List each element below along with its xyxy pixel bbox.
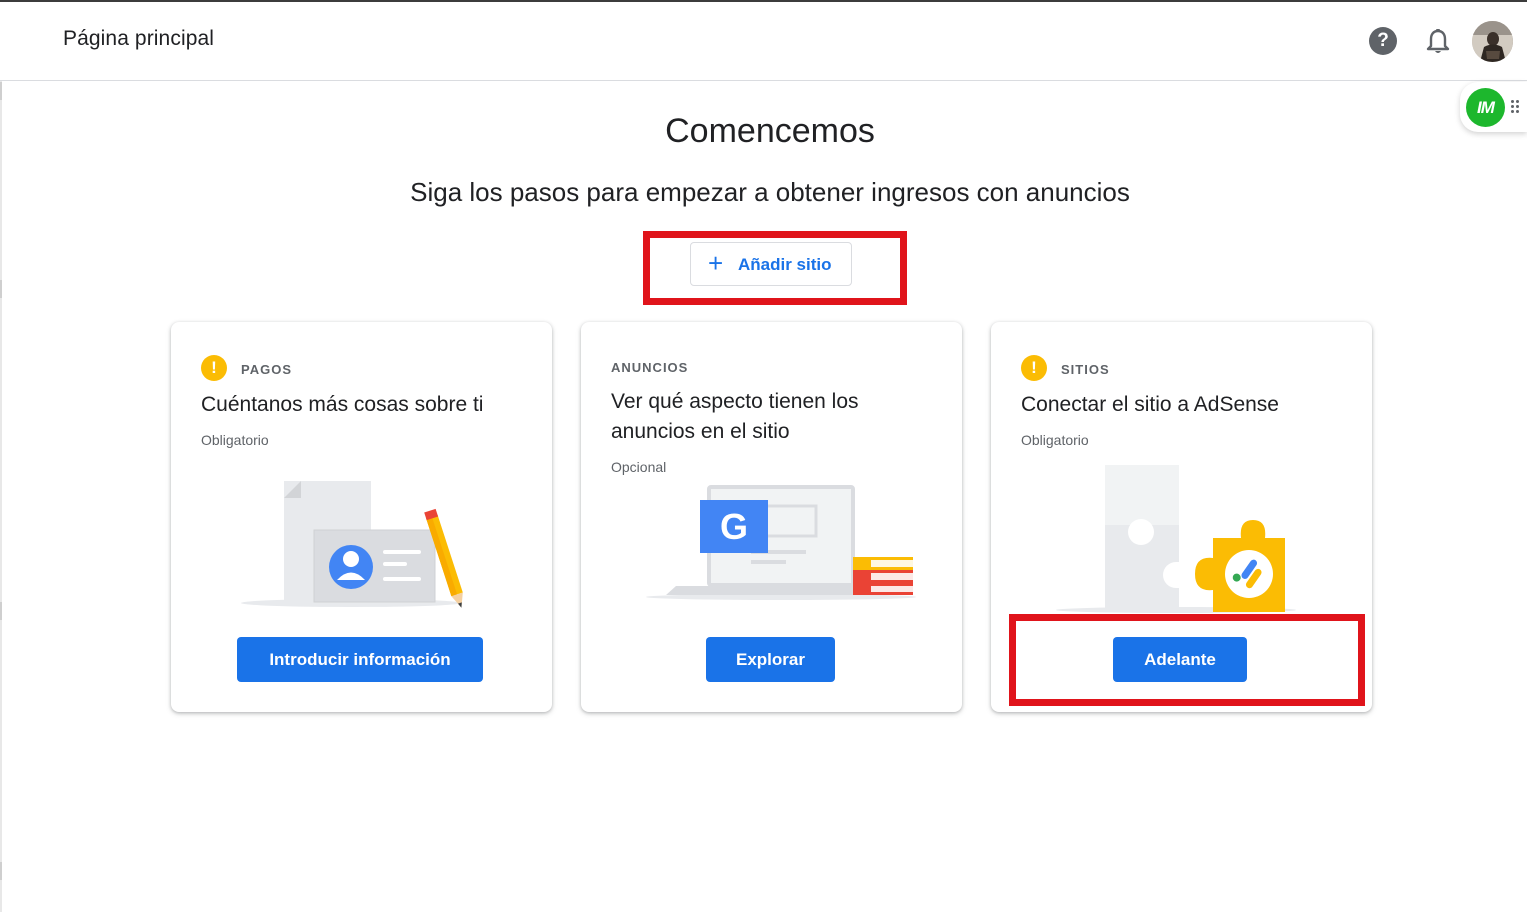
top-bar: Página principal ? xyxy=(0,2,1527,81)
highlight-box-next xyxy=(1009,614,1365,706)
edge-tick xyxy=(0,862,2,880)
profile-document-illustration xyxy=(171,462,552,622)
card-title: Ver qué aspecto tienen los anuncios en e… xyxy=(611,390,859,443)
warning-icon: ! xyxy=(201,355,227,381)
card-ads: ANUNCIOS Ver qué aspecto tienen los anun… xyxy=(581,322,962,712)
card-status: Obligatorio xyxy=(1021,432,1089,448)
card-eyebrow: PAGOS xyxy=(241,362,292,377)
hero-title: Comencemos xyxy=(665,112,875,150)
puzzle-connect-illustration xyxy=(991,462,1372,622)
card-eyebrow: ANUNCIOS xyxy=(611,360,689,375)
highlight-box-add-site xyxy=(643,231,907,305)
help-icon[interactable]: ? xyxy=(1369,27,1397,55)
laptop-ad-illustration: G xyxy=(581,462,962,622)
bell-icon[interactable] xyxy=(1424,27,1452,57)
enter-info-button[interactable]: Introducir información xyxy=(237,637,483,682)
page-title: Página principal xyxy=(63,27,215,50)
card-status: Obligatorio xyxy=(201,432,269,448)
warning-icon: ! xyxy=(1021,355,1047,381)
card-payments: ! PAGOS Cuéntanos más cosas sobre ti Obl… xyxy=(171,322,552,712)
card-title: Conectar el sitio a AdSense xyxy=(1021,393,1279,416)
card-eyebrow: SITIOS xyxy=(1061,362,1110,377)
avatar[interactable] xyxy=(1472,21,1513,62)
edge-tick xyxy=(0,280,2,298)
svg-text:G: G xyxy=(720,506,748,547)
explore-button[interactable]: Explorar xyxy=(706,637,835,682)
hero-subtitle: Siga los pasos para empezar a obtener in… xyxy=(410,177,1130,207)
card-title: Cuéntanos más cosas sobre ti xyxy=(201,393,484,416)
edge-tick xyxy=(0,602,2,620)
edge-tick xyxy=(0,82,2,100)
